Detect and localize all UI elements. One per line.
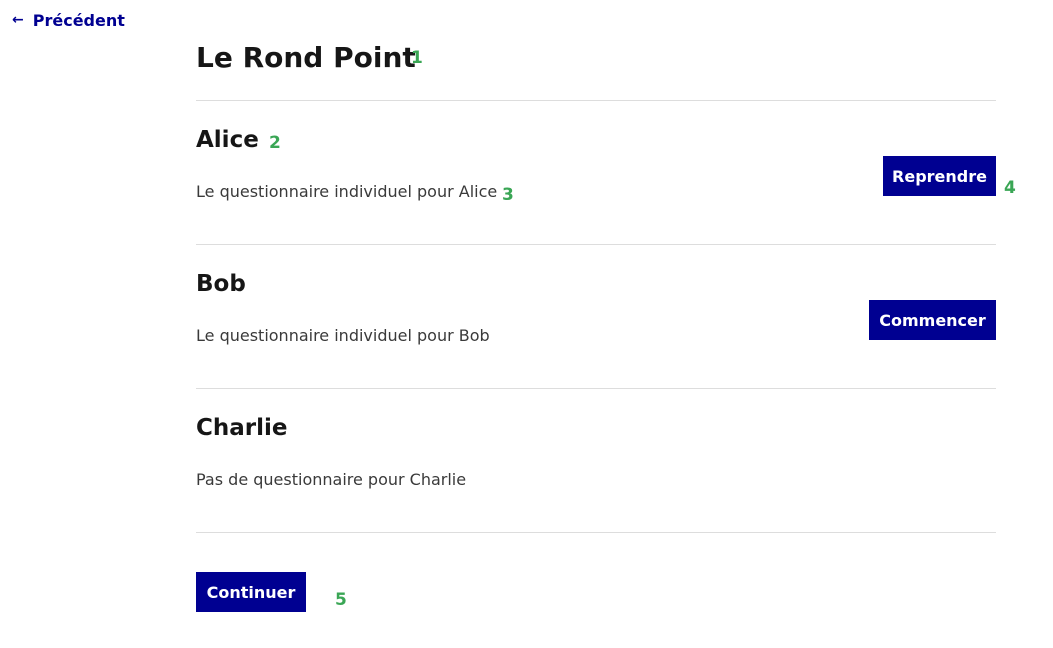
annotation-marker-5: 5 bbox=[335, 590, 347, 610]
resume-button-alice[interactable]: Reprendre bbox=[883, 156, 996, 196]
person-name-bob: Bob bbox=[196, 271, 246, 297]
person-name-charlie: Charlie bbox=[196, 415, 288, 441]
person-name-alice: Alice bbox=[196, 127, 259, 153]
page-title: Le Rond Point bbox=[196, 41, 416, 74]
person-description-alice: Le questionnaire individuel pour Alice bbox=[196, 182, 498, 201]
divider bbox=[196, 388, 996, 389]
person-description-bob: Le questionnaire individuel pour Bob bbox=[196, 326, 490, 345]
divider bbox=[196, 532, 996, 533]
annotation-marker-1: 1 bbox=[411, 48, 423, 68]
annotation-marker-3: 3 bbox=[502, 185, 514, 205]
arrow-left-icon: ← bbox=[12, 12, 24, 28]
back-link-label: Précédent bbox=[32, 10, 125, 30]
start-button-bob[interactable]: Commencer bbox=[869, 300, 996, 340]
divider bbox=[196, 244, 996, 245]
annotation-marker-4: 4 bbox=[1004, 178, 1016, 198]
back-link[interactable]: ← Précédent bbox=[12, 9, 125, 31]
continue-button[interactable]: Continuer bbox=[196, 572, 306, 612]
person-description-charlie: Pas de questionnaire pour Charlie bbox=[196, 470, 467, 489]
divider bbox=[196, 100, 996, 101]
annotation-marker-2: 2 bbox=[269, 133, 281, 153]
